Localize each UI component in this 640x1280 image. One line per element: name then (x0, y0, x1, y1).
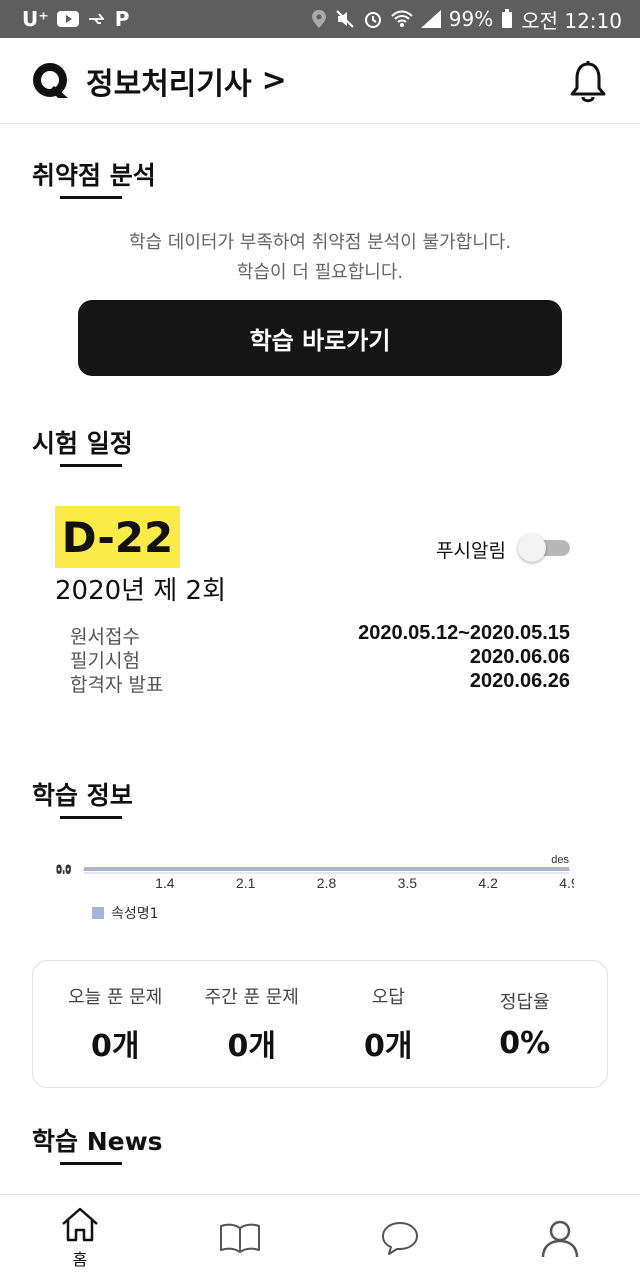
chart-x-tick-label: 3.5 (398, 875, 418, 891)
stat-label: 오답 (371, 987, 405, 1008)
study-info-section-title: 학습 정보 (32, 781, 133, 810)
study-line-chart: 0.00.00.01.42.12.83.54.24.9des속성명1 (56, 854, 574, 922)
weakness-message-line2: 학습이 더 필요합니다. (236, 262, 404, 283)
schedule-label: 합격자 발표 (70, 674, 164, 696)
book-icon (220, 1223, 260, 1253)
dday-badge: D-22 (55, 506, 180, 568)
schedule-label: 원서접수 (70, 626, 140, 648)
section-underline (60, 464, 122, 467)
chevron-right-icon: > (261, 63, 287, 98)
nav-home-label: 홈 (72, 1249, 88, 1269)
exam-round: 2020년 제 2회 (55, 576, 226, 606)
push-notification-toggle[interactable] (518, 534, 570, 562)
chart-x-tick-label: 2.1 (236, 875, 256, 891)
chat-icon (382, 1221, 418, 1255)
carrier-label: U⁺ (22, 7, 49, 31)
wifi-icon (391, 10, 413, 27)
stat-label: 오늘 푼 문제 (68, 987, 163, 1008)
weakness-message-line1: 학습 데이터가 부족하여 취약점 분석이 불가합니다. (128, 232, 512, 253)
usb-icon (88, 13, 104, 24)
chart-data-point (487, 869, 489, 871)
schedule-value: 2020.06.26 (469, 670, 570, 692)
chart-legend-swatch (92, 907, 104, 919)
app-bar: 정보처리기사 > (0, 38, 640, 124)
alarm-icon (364, 12, 381, 28)
clock: 오전 12:10 (521, 8, 622, 33)
notification-bell-icon[interactable] (568, 60, 608, 104)
nav-profile[interactable] (480, 1195, 640, 1280)
stat-value: 0% (499, 1025, 551, 1061)
stat-value: 0개 (91, 1029, 140, 1064)
mute-icon (336, 10, 354, 28)
chart-x-axis-label: des (551, 854, 569, 866)
stat-accuracy: 정답율 0% (460, 988, 590, 1061)
schedule-section-title: 시험 일정 (32, 429, 133, 458)
schedule-row: 합격자 발표 2020.06.26 (70, 670, 570, 697)
schedule-label: 필기시험 (70, 650, 140, 672)
chart-data-point (83, 869, 85, 871)
stat-wrong: 오답 0개 (323, 983, 453, 1065)
chart-data-point (406, 869, 409, 871)
weakness-section-title: 취약점 분석 (32, 161, 156, 190)
chart-data-point (244, 869, 247, 871)
youtube-icon (56, 11, 79, 27)
nav-study[interactable] (160, 1195, 320, 1280)
stat-weekly: 주간 푼 문제 0개 (187, 983, 317, 1065)
chart-legend-label: 속성명1 (111, 906, 159, 922)
battery-percent: 99% (448, 7, 494, 31)
app-title: 정보처리기사 (86, 66, 252, 102)
profile-icon (541, 1220, 579, 1257)
go-study-button[interactable]: 학습 바로가기 (78, 300, 562, 376)
stat-label: 주간 푼 문제 (204, 987, 299, 1008)
location-icon (311, 10, 326, 28)
chart-data-point (164, 869, 166, 871)
chart-x-tick-label: 1.4 (155, 875, 175, 891)
certificate-selector[interactable]: 정보처리기사 > (86, 59, 287, 103)
stat-value: 0개 (364, 1029, 413, 1064)
push-notification-label: 푸시알림 (436, 540, 506, 562)
schedule-row: 필기시험 2020.06.06 (70, 646, 570, 673)
nav-home[interactable]: 홈 (0, 1195, 160, 1280)
toggle-knob (518, 534, 546, 562)
chart-y-tick-label: 0.0 (56, 863, 71, 875)
section-underline (60, 196, 122, 199)
status-bar: U⁺ P 99% 오전 12:10 (0, 0, 640, 38)
stat-value: 0개 (227, 1029, 276, 1064)
signal-icon (420, 10, 441, 28)
chart-x-tick-label: 4.2 (478, 875, 498, 891)
chart-x-tick-label: 4.9 (559, 875, 574, 891)
chart-x-tick-label: 2.8 (317, 875, 337, 891)
study-stats-card: 오늘 푼 문제 0개 주간 푼 문제 0개 오답 0개 정답율 0% (32, 960, 608, 1088)
schedule-value: 2020.05.12~2020.05.15 (358, 622, 570, 644)
section-underline (60, 816, 122, 819)
section-underline (60, 1162, 122, 1165)
news-section-title: 학습 News (32, 1127, 163, 1156)
schedule-value: 2020.06.06 (469, 646, 570, 668)
home-icon (62, 1207, 98, 1241)
chart-data-point (568, 869, 570, 871)
battery-icon (502, 9, 513, 28)
stat-today: 오늘 푼 문제 0개 (50, 983, 180, 1065)
nav-community[interactable] (320, 1195, 480, 1280)
bottom-navigation: 홈 (0, 1194, 640, 1280)
app-logo-icon (33, 62, 68, 98)
chart-data-point (325, 869, 328, 871)
p-icon: P (114, 7, 130, 31)
schedule-row: 원서접수 2020.05.12~2020.05.15 (70, 622, 570, 649)
stat-label: 정답율 (499, 991, 550, 1013)
